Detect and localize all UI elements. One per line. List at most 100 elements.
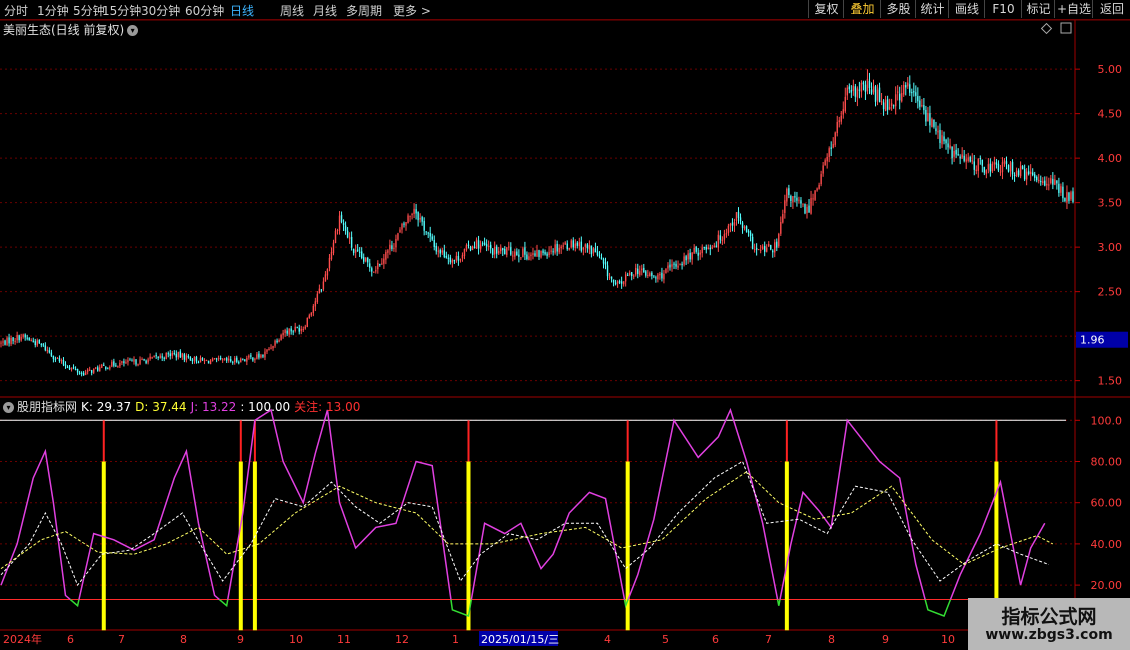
candle-body bbox=[60, 360, 63, 362]
chevron-down-icon[interactable]: ▾ bbox=[3, 402, 14, 413]
candle-body bbox=[52, 355, 55, 359]
toolbar-button-1[interactable]: 叠加 bbox=[843, 0, 881, 18]
candle-body bbox=[757, 249, 760, 251]
candle-body bbox=[165, 352, 167, 360]
candle-body bbox=[558, 247, 560, 253]
candle-body bbox=[461, 255, 464, 259]
toolbar-button-2[interactable]: 多股 bbox=[880, 0, 916, 18]
candle-body bbox=[713, 245, 716, 248]
candle-body bbox=[28, 337, 30, 341]
toolbar-button-3[interactable]: 统计 bbox=[915, 0, 949, 18]
candle-body bbox=[784, 200, 786, 213]
candle-body bbox=[481, 243, 484, 245]
candle-body bbox=[288, 328, 290, 335]
candle-body bbox=[137, 364, 139, 366]
candle-body bbox=[282, 332, 284, 336]
watermark: 指标公式网 www.zbgs3.com bbox=[968, 598, 1130, 650]
period-tab-8[interactable]: 月线 bbox=[313, 2, 337, 19]
candle-body bbox=[40, 344, 43, 346]
candle-body bbox=[538, 250, 540, 257]
candle-body bbox=[635, 267, 637, 275]
candle-body bbox=[177, 352, 180, 358]
candle-body bbox=[274, 340, 276, 346]
j-line-segment bbox=[776, 599, 781, 606]
candle-body bbox=[884, 99, 887, 112]
current-price-box bbox=[1076, 331, 1128, 348]
candle-body bbox=[161, 356, 163, 358]
candle-body bbox=[2, 341, 4, 343]
period-tab-1[interactable]: 1分钟 bbox=[37, 2, 69, 19]
candle-body bbox=[987, 164, 990, 170]
toolbar-button-7[interactable]: +自选 bbox=[1054, 0, 1093, 18]
candle-body bbox=[1031, 172, 1034, 176]
candle-body bbox=[745, 226, 748, 232]
candle-body bbox=[596, 251, 599, 256]
candle-body bbox=[318, 288, 321, 294]
candle-body bbox=[431, 236, 433, 240]
candle-body bbox=[314, 301, 317, 307]
candle-body bbox=[677, 265, 679, 268]
candle-body bbox=[937, 130, 939, 133]
candle-body bbox=[616, 281, 619, 284]
candle-body bbox=[1054, 179, 1056, 185]
period-tab-0[interactable]: 分时 bbox=[4, 2, 28, 19]
candle-body bbox=[842, 109, 844, 115]
candle-body bbox=[405, 222, 407, 226]
candle-body bbox=[592, 248, 595, 254]
period-tab-3[interactable]: 15分钟 bbox=[102, 2, 141, 19]
toolbar-button-4[interactable]: 画线 bbox=[948, 0, 985, 18]
candle-body bbox=[689, 252, 691, 260]
candle-body bbox=[225, 358, 228, 361]
candle-body bbox=[993, 162, 996, 165]
toolbar-button-8[interactable]: 返回 bbox=[1092, 0, 1130, 18]
candle-body bbox=[276, 340, 278, 343]
candle-body bbox=[1062, 186, 1064, 199]
candle-body bbox=[173, 352, 175, 354]
toolbar-button-6[interactable]: 标记 bbox=[1021, 0, 1055, 18]
candle-body bbox=[669, 264, 671, 268]
period-tab-5[interactable]: 60分钟 bbox=[185, 2, 224, 19]
candle-body bbox=[423, 221, 425, 231]
date-highlight-box bbox=[479, 631, 558, 646]
candle-body bbox=[806, 206, 808, 213]
j-line-segment bbox=[623, 599, 629, 609]
candle-body bbox=[709, 247, 711, 250]
period-tab-2[interactable]: 5分钟 bbox=[73, 2, 105, 19]
toolbar-button-0[interactable]: 复权 bbox=[808, 0, 844, 18]
candle-body bbox=[798, 199, 800, 201]
candle-body bbox=[413, 208, 415, 215]
candle-body bbox=[183, 354, 186, 360]
period-tab-9[interactable]: 多周期 bbox=[346, 2, 382, 19]
candle-body bbox=[159, 355, 161, 358]
period-tab-7[interactable]: 周线 bbox=[280, 2, 304, 19]
period-tab-6[interactable]: 日线 bbox=[230, 2, 254, 19]
candle-body bbox=[54, 358, 57, 360]
candle-body bbox=[151, 357, 153, 359]
period-tab-4[interactable]: 30分钟 bbox=[141, 2, 180, 19]
candle-body bbox=[107, 368, 109, 370]
candle-body bbox=[957, 154, 959, 156]
candle-body bbox=[42, 344, 45, 346]
candle-body bbox=[735, 212, 738, 221]
time-axis-label: 6 bbox=[712, 633, 719, 646]
candle-body bbox=[429, 232, 431, 237]
candle-body bbox=[725, 233, 728, 235]
candle-body bbox=[626, 274, 629, 276]
candle-body bbox=[64, 364, 67, 366]
candle-body bbox=[411, 214, 413, 216]
candle-body bbox=[888, 106, 891, 110]
watermark-title: 指标公式网 bbox=[1001, 606, 1097, 628]
time-axis-label: 11 bbox=[337, 633, 351, 646]
period-tab-10[interactable]: 更多 > bbox=[393, 2, 431, 19]
chevron-down-icon[interactable]: ▾ bbox=[127, 25, 139, 36]
indicator-name: 股朋指标网 bbox=[17, 400, 78, 414]
toolbar-button-5[interactable]: F10 bbox=[984, 0, 1022, 18]
candle-body bbox=[915, 92, 917, 96]
candle-body bbox=[338, 215, 341, 231]
main-price-chart: 5.00 4.50 4.00 3.50 3.00 2.50 2.00 1.50 1.96 100.… bbox=[0, 19, 1130, 650]
candle-body bbox=[608, 276, 611, 278]
candle-body bbox=[213, 358, 216, 360]
candle-body bbox=[193, 356, 196, 361]
candle-body bbox=[641, 268, 643, 271]
candle-body bbox=[780, 222, 782, 234]
